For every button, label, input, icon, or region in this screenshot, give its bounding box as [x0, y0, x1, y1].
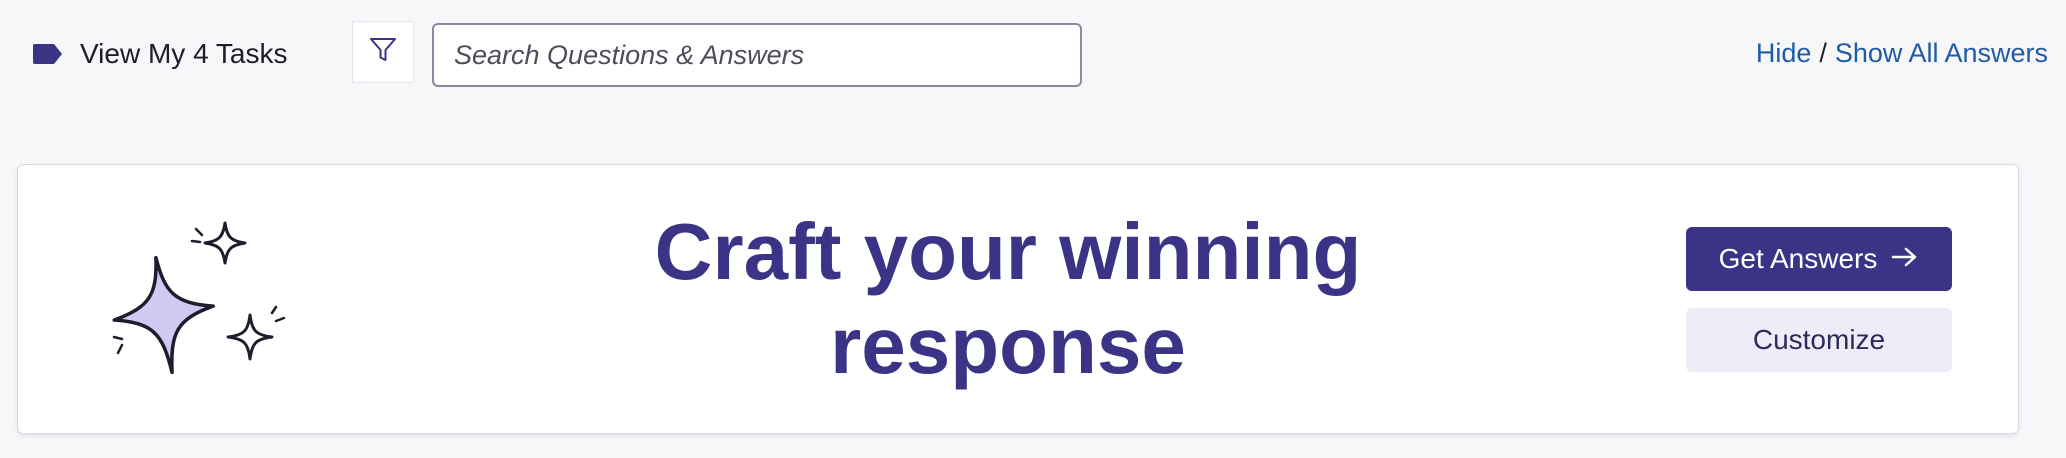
arrow-right-icon	[1891, 243, 1919, 275]
tag-icon	[32, 43, 64, 65]
filter-button[interactable]	[352, 21, 414, 83]
view-tasks-label: View My 4 Tasks	[80, 38, 288, 69]
toolbar: View My 4 Tasks Hide / Show All Answers	[0, 0, 2066, 110]
answers-visibility-toggle: Hide / Show All Answers	[1756, 38, 2048, 69]
hide-answers-link[interactable]: Hide	[1756, 38, 1812, 69]
view-tasks-link[interactable]: View My 4 Tasks	[32, 34, 287, 74]
customize-label: Customize	[1752, 324, 1886, 355]
promo-card: Craft your winning response Get Answers …	[17, 164, 2019, 434]
promo-headline: Craft your winning response	[654, 207, 1362, 390]
customize-button[interactable]: Customize	[1686, 308, 1952, 372]
get-answers-label: Get Answers	[1718, 243, 1878, 274]
link-separator: /	[1819, 38, 1827, 68]
get-answers-button[interactable]: Get Answers	[1686, 227, 1952, 291]
search-input[interactable]	[432, 23, 1082, 87]
sparkles-icon	[100, 215, 300, 405]
filter-icon	[368, 35, 398, 70]
show-all-answers-link[interactable]: Show All Answers	[1835, 38, 2048, 69]
